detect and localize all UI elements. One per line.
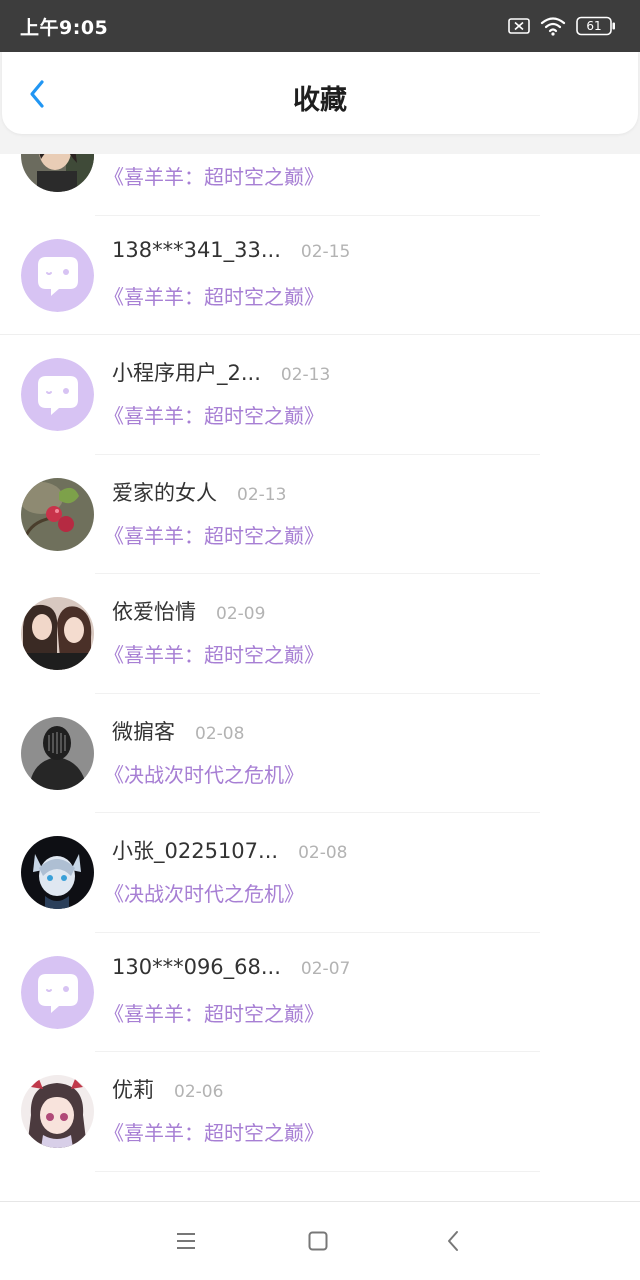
user-name: 优莉: [112, 1078, 154, 1102]
avatar[interactable]: [21, 716, 94, 790]
system-nav-bar: [0, 1201, 640, 1280]
battery-level: 61: [586, 19, 602, 33]
list-item[interactable]: 优莉 02-06 《喜羊羊：超时空之巅》: [0, 1052, 640, 1172]
date: 02-13: [237, 484, 287, 505]
divider: [95, 1170, 540, 1172]
header: 收藏: [2, 52, 638, 134]
favorite-title-link[interactable]: 《喜羊羊：超时空之巅》: [104, 400, 324, 429]
page-title: 收藏: [293, 85, 347, 116]
user-name: 微掮客: [112, 719, 175, 744]
favorite-title-link[interactable]: 《喜羊羊：超时空之巅》: [104, 1117, 324, 1146]
favorite-title-link[interactable]: 《喜羊羊：超时空之巅》: [104, 639, 324, 668]
favorites-list[interactable]: tobmmyhiltki...02-15《喜羊羊：超时空之巅》 138***34…: [0, 154, 640, 1201]
avatar[interactable]: [21, 477, 94, 551]
avatar[interactable]: [21, 154, 94, 192]
user-name: 138***341_33...: [112, 237, 281, 262]
battery-icon: 61: [576, 16, 616, 36]
home-button[interactable]: [303, 1226, 333, 1256]
avatar[interactable]: [21, 597, 94, 670]
avatar[interactable]: [21, 358, 94, 431]
user-name-row: 优莉 02-06: [112, 1074, 223, 1104]
user-name: 130***096_68...: [112, 954, 281, 979]
favorite-title-link[interactable]: 《喜羊羊：超时空之巅》: [104, 161, 324, 190]
user-name: 爱家的女人: [112, 480, 217, 505]
user-name-row: 130***096_68... 02-07: [112, 955, 350, 979]
user-name-row: 138***341_33... 02-15: [112, 238, 350, 262]
list-item[interactable]: 130***096_68... 02-07 《喜羊羊：超时空之巅》: [0, 933, 640, 1052]
status-icons: 61: [508, 15, 616, 37]
menu-icon: [177, 1233, 195, 1249]
menu-button[interactable]: [171, 1226, 201, 1256]
list-item[interactable]: 小张_0225107... 02-08 《决战次时代之危机》: [0, 813, 640, 933]
date: 02-07: [300, 958, 351, 979]
favorite-title-link[interactable]: 《决战次时代之危机》: [104, 759, 304, 788]
avatar[interactable]: [21, 955, 94, 1029]
date: 02-08: [195, 723, 245, 744]
user-name-row: 小程序用户_2... 02-13: [112, 357, 330, 387]
favorite-title-link[interactable]: 《喜羊羊：超时空之巅》: [104, 281, 324, 310]
no-sim-icon: [508, 18, 530, 34]
date: 02-09: [216, 604, 266, 624]
nav-back-button[interactable]: [438, 1226, 468, 1256]
list-item[interactable]: 138***341_33... 02-15 《喜羊羊：超时空之巅》: [0, 216, 640, 335]
status-bar: 上午9:05 61: [0, 0, 640, 52]
list-item[interactable]: 爱家的女人 02-13 《喜羊羊：超时空之巅》: [0, 455, 640, 574]
home-square-icon: [308, 1231, 328, 1251]
avatar[interactable]: [21, 1075, 94, 1148]
header-area: 收藏: [0, 52, 640, 154]
avatar[interactable]: [21, 836, 94, 909]
date: 02-15: [300, 241, 351, 262]
date: 02-08: [298, 843, 348, 863]
favorite-title-link[interactable]: 《喜羊羊：超时空之巅》: [104, 998, 324, 1027]
user-name-row: 微掮客 02-08: [112, 716, 244, 746]
date: 02-13: [280, 365, 331, 385]
user-name-row: 小张_0225107... 02-08: [112, 835, 347, 865]
favorite-title-link[interactable]: 《喜羊羊：超时空之巅》: [104, 520, 324, 549]
back-chevron-icon: [448, 1231, 458, 1251]
list-item[interactable]: 微掮客 02-08 《决战次时代之危机》: [0, 694, 640, 813]
list-item[interactable]: 依爱怡情 02-09 《喜羊羊：超时空之巅》: [0, 574, 640, 694]
list-item[interactable]: tobmmyhiltki...02-15《喜羊羊：超时空之巅》: [0, 154, 640, 216]
wifi-icon: [540, 16, 566, 36]
list-item[interactable]: 小程序用户_2... 02-13 《喜羊羊：超时空之巅》: [0, 335, 640, 455]
avatar[interactable]: [21, 238, 94, 312]
user-name: 小程序用户_2...: [112, 361, 261, 385]
date: 02-06: [174, 1082, 224, 1102]
user-name-row: 依爱怡情 02-09: [112, 596, 265, 626]
user-name: 依爱怡情: [112, 600, 196, 624]
status-time: 上午9:05: [20, 17, 109, 39]
favorite-title-link[interactable]: 《决战次时代之危机》: [104, 878, 304, 907]
user-name-row: 爱家的女人 02-13: [112, 477, 286, 507]
user-name: 小张_0225107...: [112, 839, 279, 863]
